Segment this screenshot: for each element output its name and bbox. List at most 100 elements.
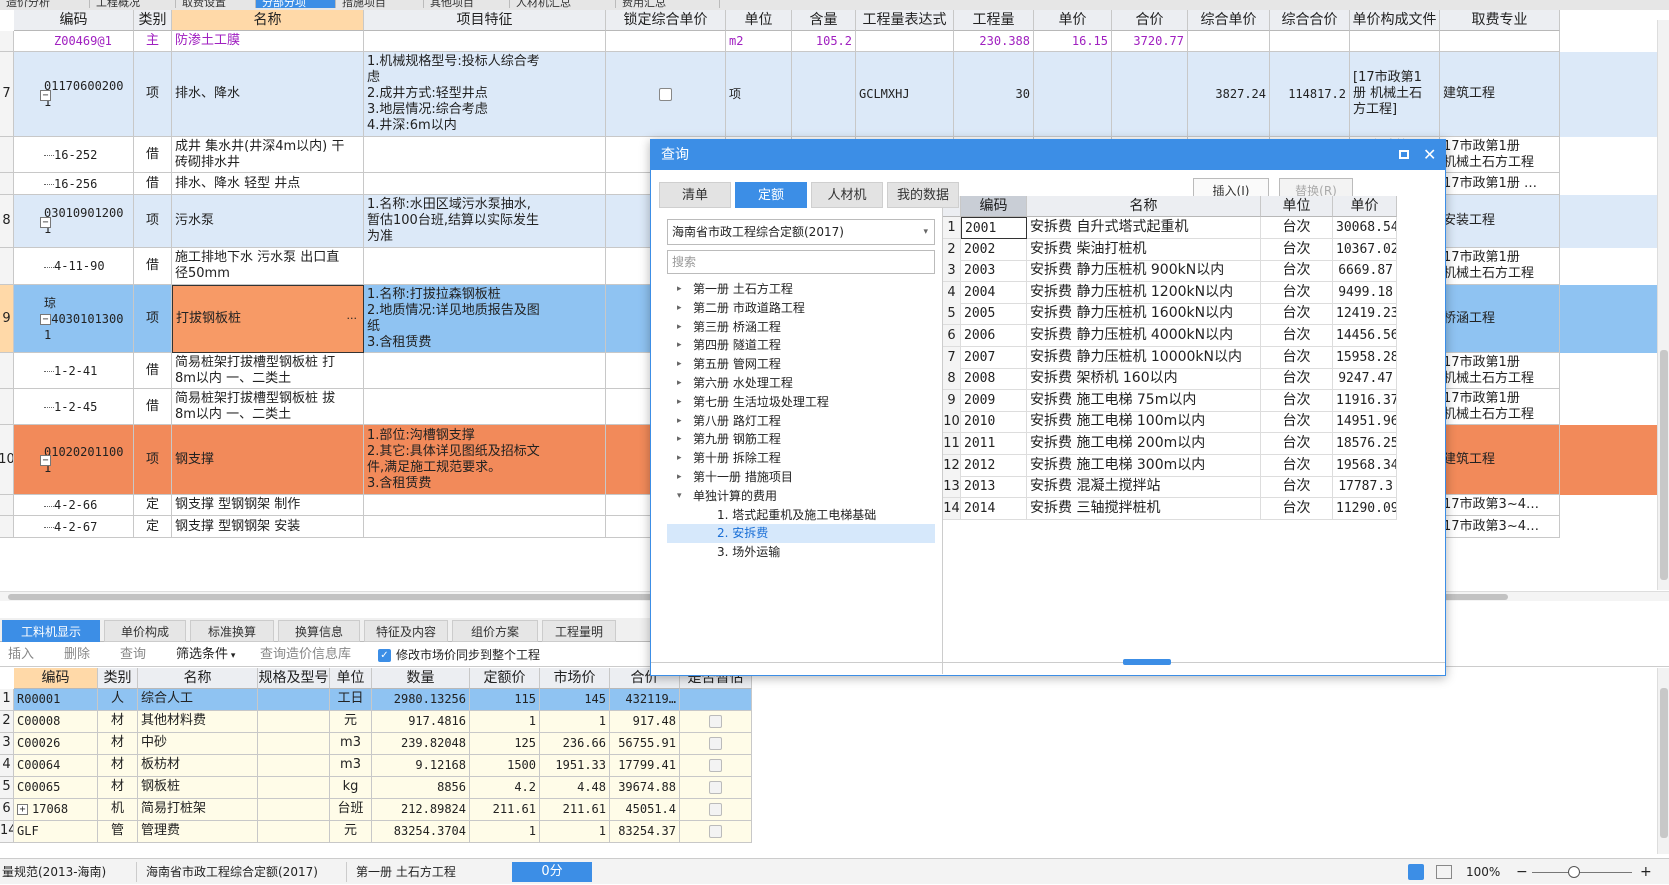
column-header[interactable]: 单价: [1034, 10, 1112, 31]
cell-file[interactable]: [17市政第1 册 机械土石 方工程]: [1350, 52, 1440, 137]
collapse-handle[interactable]: [1123, 659, 1171, 665]
cell-name[interactable]: 排水、降水 轻型 井点: [172, 173, 364, 195]
cell-prof[interactable]: 安装工程: [1440, 195, 1560, 248]
cell-code[interactable]: 2010: [961, 411, 1027, 434]
table-row[interactable]: 5 C00065 材 钢板桩 kg 8856 4.2 4.48 39674.88: [0, 777, 752, 799]
cell-prof[interactable]: 17市政第1册 机械土石方工程: [1440, 137, 1560, 173]
cell-name[interactable]: 安拆费 静力压桩机 4000kN以内: [1027, 325, 1261, 347]
bottom-tab-2[interactable]: 标准换算: [190, 620, 274, 642]
lock-price-checkbox[interactable]: [659, 87, 672, 101]
cell-name[interactable]: 打拔钢板桩 ···: [172, 285, 364, 353]
cell-unit[interactable]: 台次: [1261, 303, 1333, 326]
cell-code[interactable]: 4-2-67: [14, 516, 134, 538]
chevron-right-icon[interactable]: ▸: [677, 412, 682, 431]
tree-item[interactable]: ▸ 第十册 拆除工程: [667, 449, 935, 468]
cell-spec[interactable]: [258, 755, 330, 777]
tree-item[interactable]: ▸ 第八册 路灯工程: [667, 412, 935, 431]
collapse-toggle-icon[interactable]: −: [40, 314, 51, 325]
cell-feature[interactable]: 1.部位:沟槽钢支撑 2.其它:具体详见图纸及招标文 件,满足施工规范要求。 3…: [364, 425, 606, 495]
cell-code[interactable]: 2005: [961, 303, 1027, 326]
cell-content[interactable]: [792, 52, 856, 137]
close-icon[interactable]: ✕: [1423, 140, 1436, 170]
cell-name[interactable]: 安拆费 静力压桩机 900kN以内: [1027, 260, 1261, 283]
query-button[interactable]: 查询: [120, 643, 146, 667]
cell-unit[interactable]: kg: [330, 777, 372, 799]
chevron-right-icon[interactable]: ▸: [677, 355, 682, 374]
cell-code[interactable]: 4-11-90: [14, 248, 134, 285]
cell-qty[interactable]: 8856: [372, 777, 470, 799]
cell-price[interactable]: 16.15: [1034, 31, 1112, 52]
tree-item[interactable]: ▾ 单独计算的费用: [667, 487, 935, 506]
tree-item[interactable]: 3. 场外运输: [667, 543, 935, 562]
delete-button[interactable]: 删除: [64, 643, 90, 667]
column-header[interactable]: 数量: [372, 668, 470, 689]
cell-prof[interactable]: 建筑工程: [1440, 425, 1560, 495]
table-row[interactable]: 3 C00026 材 中砂 m3 239.82048 125 236.66 56755.91: [0, 733, 752, 755]
cell-mprice[interactable]: 1: [540, 821, 610, 843]
cell-dprice[interactable]: 1: [470, 821, 540, 843]
cell-total[interactable]: 17799.41: [610, 755, 680, 777]
column-header[interactable]: 单价: [1333, 196, 1397, 217]
top-tab-6[interactable]: 人材机汇总: [510, 0, 616, 9]
cell-type[interactable]: 人: [98, 689, 138, 711]
cell-spec[interactable]: [258, 799, 330, 821]
column-header[interactable]: 单位: [330, 668, 372, 689]
column-header[interactable]: 编码: [961, 196, 1027, 217]
column-header[interactable]: 含量: [792, 10, 856, 31]
cell-code[interactable]: 2012: [961, 454, 1027, 477]
cell-unit[interactable]: 工日: [330, 689, 372, 711]
cell-type[interactable]: 材: [98, 733, 138, 755]
cell-unit[interactable]: 台次: [1261, 389, 1333, 412]
cell-name[interactable]: 安拆费 施工电梯 75m以内: [1027, 389, 1261, 412]
cell-expr[interactable]: GCLMXHJ: [856, 52, 954, 137]
cell-feature[interactable]: [364, 248, 606, 285]
cell-spec[interactable]: [258, 733, 330, 755]
cell-code[interactable]: C00065: [14, 777, 98, 799]
cell-type[interactable]: 管: [98, 821, 138, 843]
cell-price[interactable]: 30068.54: [1333, 217, 1397, 239]
table-row[interactable]: 7 01170600200 1− 项排水、降水 1.机械规格型号:投标人综合考 虑 2…: [0, 52, 1669, 137]
cell-type[interactable]: 机: [98, 799, 138, 821]
cell-prof[interactable]: 17市政第1册 …: [1440, 173, 1560, 195]
bottom-tab-4[interactable]: 特征及内容: [364, 620, 448, 642]
cell-name[interactable]: 钢支撑 型钢钢架 制作: [172, 495, 364, 516]
column-header[interactable]: 定额价: [470, 668, 540, 689]
cell-unit[interactable]: 项: [726, 52, 792, 137]
cell-total[interactable]: 3720.77: [1112, 31, 1188, 52]
cell-name[interactable]: 污水泵: [172, 195, 364, 248]
column-header[interactable]: 合价: [1112, 10, 1188, 31]
bottom-tab-5[interactable]: 组价方案: [452, 620, 538, 642]
cell-qty[interactable]: 30: [954, 52, 1034, 137]
cell-prof[interactable]: 17市政第1册 机械土石方工程: [1440, 389, 1560, 425]
insert-button[interactable]: 插入: [8, 643, 34, 667]
cell-unit[interactable]: 台次: [1261, 411, 1333, 434]
dialog-tab-2[interactable]: 人材机: [811, 182, 883, 208]
cell-price[interactable]: 15958.28: [1333, 346, 1397, 369]
table-row[interactable]: 14GLF 管 管理费 元 83254.3704 1 1 83254.37: [0, 821, 752, 843]
cell-spec[interactable]: [258, 689, 330, 711]
estimate-checkbox[interactable]: [709, 715, 722, 728]
column-header[interactable]: 市场价: [540, 668, 610, 689]
cell-mprice[interactable]: 1: [540, 711, 610, 733]
cell-unit[interactable]: 台次: [1261, 281, 1333, 304]
cell-code[interactable]: 4-2-66: [14, 495, 134, 516]
cell-name[interactable]: 简易桩架打拔槽型钢板桩 拔 8m以内 一、二类土: [172, 389, 364, 425]
cell-mprice[interactable]: 1951.33: [540, 755, 610, 777]
cell-unit[interactable]: 台次: [1261, 346, 1333, 369]
scroll-thumb[interactable]: [1660, 350, 1668, 580]
cell-name[interactable]: 安拆费 静力压桩机 1200kN以内: [1027, 281, 1261, 304]
cell-qty[interactable]: 9.12168: [372, 755, 470, 777]
cell-qty[interactable]: 212.89824: [372, 799, 470, 821]
cell-type[interactable]: 材: [98, 777, 138, 799]
cell-mprice[interactable]: 145: [540, 689, 610, 711]
tree-item[interactable]: ▸ 第三册 桥涵工程: [667, 318, 935, 337]
cell-prof[interactable]: 17市政第3~4…: [1440, 516, 1560, 538]
cell-code[interactable]: 2013: [961, 476, 1027, 499]
cell-name[interactable]: 安拆费 混凝土搅拌站: [1027, 476, 1261, 499]
maximize-icon[interactable]: [1399, 150, 1409, 159]
cell-code[interactable]: 2002: [961, 238, 1027, 261]
cell-price[interactable]: 10367.02: [1333, 238, 1397, 261]
cell-name[interactable]: 中砂: [138, 733, 258, 755]
cell-unit[interactable]: m2: [726, 31, 792, 52]
cell-dprice[interactable]: 125: [470, 733, 540, 755]
